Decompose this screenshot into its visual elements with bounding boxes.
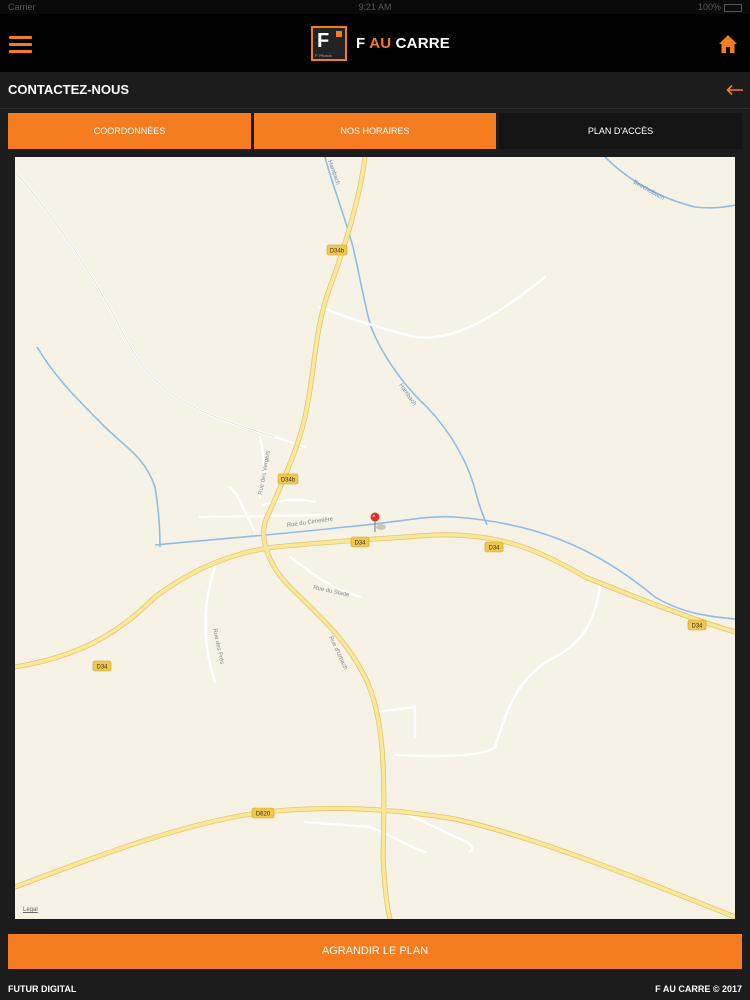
logo: F F' Photos <box>311 26 347 61</box>
page-title: CONTACTEZ-NOUS <box>8 82 130 97</box>
map-legal-link[interactable]: Legal <box>23 907 38 913</box>
clock: 9:21 AM <box>358 2 392 12</box>
tab-plan-acces[interactable]: PLAN D'ACCÈS <box>499 113 742 149</box>
tab-bar: COORDONNÉES NOS HORAIRES PLAN D'ACCÈS <box>8 113 742 149</box>
road-badge-d34-east: D34 <box>484 541 504 553</box>
street-label-stade: Rue du Stade <box>313 585 351 599</box>
stream-west <box>36 346 161 548</box>
svg-text:D620: D620 <box>256 812 271 818</box>
svg-text:D34: D34 <box>354 541 366 547</box>
stream-hambach-upper <box>324 157 488 526</box>
app-header: F F' Photos F AU CARRE <box>0 14 750 72</box>
svg-text:D34b: D34b <box>281 478 296 484</box>
street-label-vergers: Rue des Vergers <box>258 450 272 495</box>
stream-beechelbach <box>604 157 735 209</box>
footer: FUTUR DIGITAL F AU CARRE © 2017 <box>0 978 750 1000</box>
svg-text:D34b: D34b <box>330 249 345 255</box>
map-canvas: D34b D34b D34 D34 D34 D34 D620 Rue du Ci… <box>15 157 735 919</box>
street-label-cimetiere: Rue du Cimetière <box>286 516 334 529</box>
enlarge-map-button[interactable]: AGRANDIR LE PLAN <box>8 934 742 969</box>
road-badge-d34-far-east: D34 <box>687 619 707 631</box>
battery-indicator: 100% <box>698 2 742 12</box>
footer-copyright: F AU CARRE © 2017 <box>655 984 742 994</box>
status-bar: Carrier 9:21 AM 100% <box>0 0 750 14</box>
road-badge-d34-center: D34 <box>350 536 370 548</box>
footer-company: FUTUR DIGITAL <box>8 984 77 994</box>
road-badge-d34-west: D34 <box>92 660 112 672</box>
hamburger-icon[interactable] <box>9 36 32 53</box>
svg-text:D34: D34 <box>488 546 500 552</box>
svg-text:D34: D34 <box>691 624 703 630</box>
map-view[interactable]: D34b D34b D34 D34 D34 D34 D620 Rue du Ci… <box>15 157 735 919</box>
street-label-pres: Rue des Prés <box>211 628 224 665</box>
road-badge-d34b-north: D34b <box>326 244 348 256</box>
brand-name: F AU CARRE <box>356 35 450 52</box>
arrow-left-icon[interactable] <box>726 84 744 96</box>
tab-coordonnees[interactable]: COORDONNÉES <box>8 113 251 149</box>
page-title-bar: CONTACTEZ-NOUS <box>0 72 750 109</box>
street-label-urbach: Rue d'Urbach <box>327 635 348 671</box>
tab-horaires[interactable]: NOS HORAIRES <box>254 113 496 149</box>
water-label-beechelbach: Beechelbach <box>632 180 665 203</box>
water-label-hambach-north: Hambach <box>326 160 340 186</box>
road-badge-d620: D620 <box>251 807 275 819</box>
svg-text:D34: D34 <box>96 665 108 671</box>
battery-icon <box>724 3 742 12</box>
home-icon[interactable] <box>718 34 738 54</box>
road-badge-d34b-south: D34b <box>277 473 299 485</box>
